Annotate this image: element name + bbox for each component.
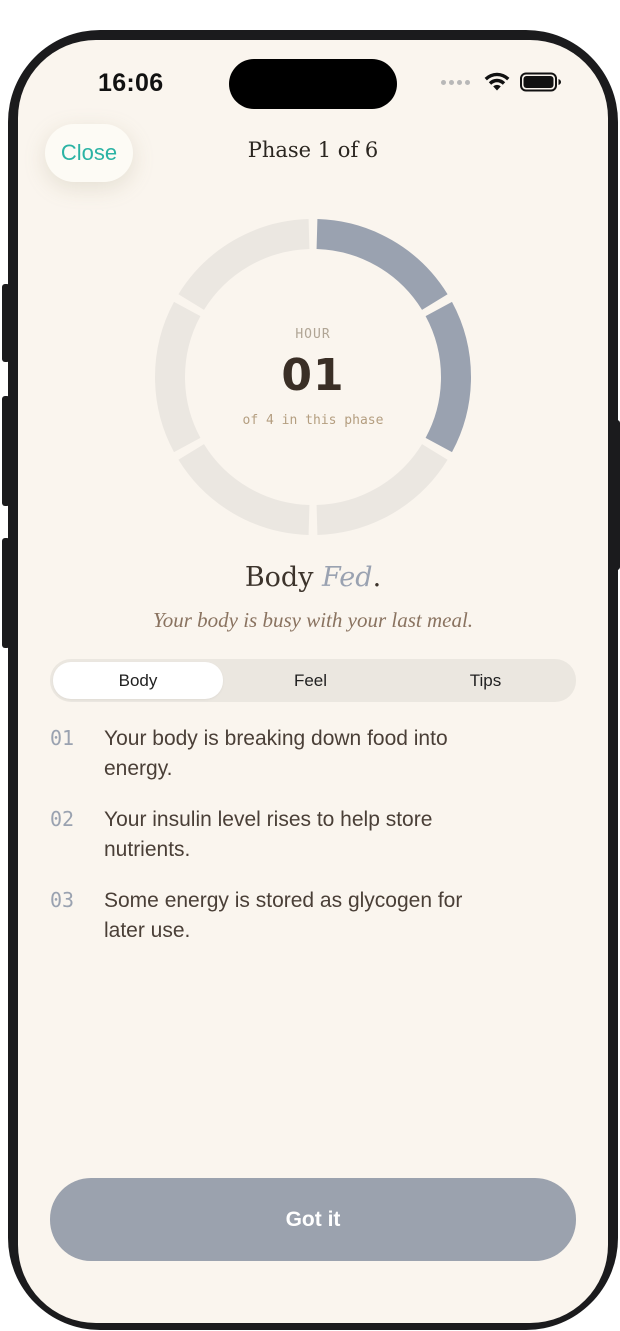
fact-text: Your insulin level rises to help store n…: [104, 808, 433, 861]
battery-icon: [520, 72, 561, 92]
fact-number: 02: [50, 807, 75, 831]
fact-text: Your body is breaking down food into ene…: [104, 727, 448, 780]
ring-center: HOUR 01 of 4 in this phase: [153, 217, 473, 537]
fact-number: 03: [50, 888, 75, 912]
info-tabs: Body Feel Tips: [50, 659, 576, 702]
list-item: 02 Your insulin level rises to help stor…: [50, 805, 570, 865]
fact-list: 01 Your body is breaking down food into …: [50, 724, 570, 967]
status-time: 16:06: [98, 69, 164, 97]
cellular-signal-icon: [441, 79, 470, 85]
ring-label: HOUR: [295, 327, 331, 342]
ring-subtitle: of 4 in this phase: [242, 413, 384, 428]
phase-name-period: .: [372, 562, 382, 593]
tab-body[interactable]: Body: [53, 662, 223, 699]
fact-number: 01: [50, 726, 75, 750]
tab-feel[interactable]: Feel: [223, 662, 398, 699]
phase-title: Phase 1 of 6: [247, 138, 379, 162]
hour-progress-ring: HOUR 01 of 4 in this phase: [153, 217, 473, 537]
fact-text: Some energy is stored as glycogen for la…: [104, 889, 463, 942]
dynamic-island: [229, 59, 397, 109]
tab-tips[interactable]: Tips: [398, 662, 573, 699]
phone-screen: 16:06 Close Phase 1 of 6 HOUR 01 of 4 in…: [18, 40, 608, 1323]
status-icons: [441, 72, 562, 92]
got-it-button[interactable]: Got it: [50, 1178, 576, 1261]
list-item: 01 Your body is breaking down food into …: [50, 724, 570, 784]
ring-hour-value: 01: [281, 350, 345, 401]
phase-name-heading: Body Fed.: [18, 562, 608, 593]
phase-name-main: Body: [244, 562, 314, 593]
list-item: 03 Some energy is stored as glycogen for…: [50, 886, 570, 946]
wifi-icon: [484, 72, 510, 91]
phase-name-accent: Fed: [322, 562, 373, 593]
phase-description: Your body is busy with your last meal.: [152, 608, 474, 632]
